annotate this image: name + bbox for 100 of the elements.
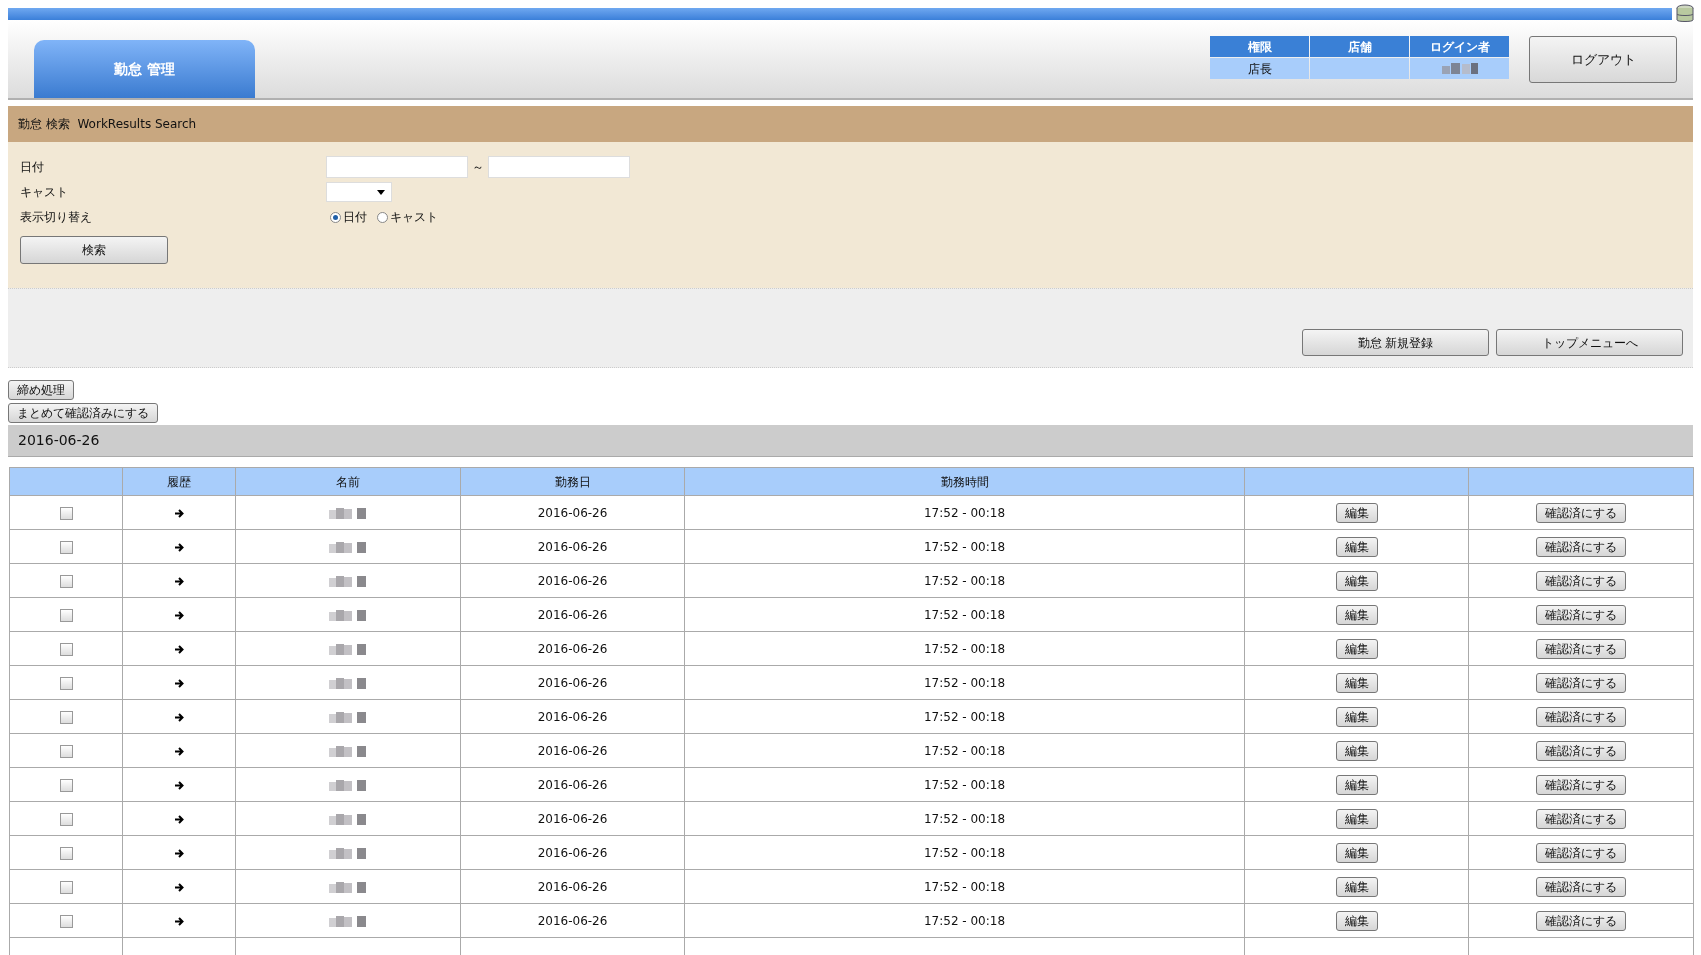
blurred-name bbox=[329, 507, 367, 519]
row-checkbox[interactable] bbox=[59, 914, 73, 928]
table-cell: 2016-06-26 bbox=[460, 665, 685, 700]
date-input[interactable] bbox=[488, 156, 630, 178]
batch-button[interactable]: まとめて確認済みにする bbox=[8, 403, 158, 423]
edit-button[interactable]: 編集 bbox=[1335, 536, 1378, 557]
table-cell: 2016-06-26 bbox=[460, 835, 685, 870]
confirm-button[interactable]: 確認済にする bbox=[1536, 706, 1626, 727]
caret-icon bbox=[377, 189, 385, 195]
arrow-icon[interactable] bbox=[173, 711, 185, 723]
blurred-name bbox=[329, 745, 367, 757]
table-cell: 17:52 - 00:18 bbox=[684, 801, 1245, 836]
row-checkbox[interactable] bbox=[59, 812, 73, 826]
arrow-icon[interactable] bbox=[173, 881, 185, 893]
table-cell: 17:52 - 00:18 bbox=[684, 699, 1245, 734]
row-checkbox[interactable] bbox=[59, 880, 73, 894]
edit-button[interactable]: 編集 bbox=[1335, 774, 1378, 795]
row-checkbox[interactable] bbox=[59, 744, 73, 758]
radio-button[interactable] bbox=[330, 211, 341, 223]
table-cell: 17:52 - 00:18 bbox=[684, 665, 1245, 700]
row-checkbox[interactable] bbox=[59, 846, 73, 860]
table-cell: 17:52 - 00:18 bbox=[684, 869, 1245, 904]
row-checkbox[interactable] bbox=[59, 506, 73, 520]
arrow-icon[interactable] bbox=[173, 847, 185, 859]
range-separator: ～ bbox=[472, 159, 484, 176]
action-button[interactable]: 勤怠 新規登録 bbox=[1302, 329, 1489, 356]
date-input[interactable] bbox=[326, 156, 468, 178]
edit-button[interactable]: 編集 bbox=[1335, 808, 1378, 829]
confirm-button[interactable]: 確認済にする bbox=[1536, 638, 1626, 659]
table-cell: 2016-06-26 bbox=[460, 869, 685, 904]
column-header: 権限 bbox=[1210, 36, 1309, 57]
arrow-icon[interactable] bbox=[173, 609, 185, 621]
edit-button[interactable]: 編集 bbox=[1335, 638, 1378, 659]
arrow-icon[interactable] bbox=[173, 915, 185, 927]
edit-button[interactable]: 編集 bbox=[1335, 672, 1378, 693]
confirm-button[interactable]: 確認済にする bbox=[1536, 876, 1626, 897]
edit-button[interactable]: 編集 bbox=[1335, 876, 1378, 897]
arrow-icon[interactable] bbox=[173, 745, 185, 757]
table-cell: 17:52 - 00:18 bbox=[684, 631, 1245, 666]
confirm-button[interactable]: 確認済にする bbox=[1536, 774, 1626, 795]
row-checkbox[interactable] bbox=[59, 540, 73, 554]
blurred-name bbox=[329, 881, 367, 893]
table-cell: 店長 bbox=[1210, 58, 1309, 79]
arrow-icon[interactable] bbox=[173, 643, 185, 655]
blurred-name bbox=[329, 541, 367, 553]
edit-button[interactable]: 編集 bbox=[1335, 910, 1378, 931]
date-heading: 2016-06-26 bbox=[18, 431, 100, 450]
blurred-name bbox=[1441, 63, 1478, 74]
radio-button[interactable] bbox=[377, 211, 388, 223]
table-cell: 2016-06-26 bbox=[460, 597, 685, 632]
confirm-button[interactable]: 確認済にする bbox=[1536, 672, 1626, 693]
row-checkbox[interactable] bbox=[59, 676, 73, 690]
confirm-button[interactable]: 確認済にする bbox=[1536, 502, 1626, 523]
search-button[interactable]: 検索 bbox=[20, 236, 168, 264]
table-cell: 2016-06-26 bbox=[460, 563, 685, 598]
arrow-icon[interactable] bbox=[173, 779, 185, 791]
table-cell: 2016-06-26 bbox=[460, 631, 685, 666]
confirm-button[interactable]: 確認済にする bbox=[1536, 808, 1626, 829]
radio-option[interactable]: キャスト bbox=[377, 208, 438, 226]
action-button[interactable]: トップメニューへ bbox=[1496, 329, 1683, 356]
row-checkbox[interactable] bbox=[59, 642, 73, 656]
column-header: 勤務日 bbox=[460, 467, 685, 496]
column-header: 店舗 bbox=[1310, 36, 1409, 57]
field-label: 表示切り替え bbox=[20, 209, 93, 226]
table-cell: 17:52 - 00:18 bbox=[684, 903, 1245, 938]
arrow-icon[interactable] bbox=[173, 507, 185, 519]
blurred-name bbox=[329, 779, 367, 791]
row-checkbox[interactable] bbox=[59, 778, 73, 792]
edit-button[interactable]: 編集 bbox=[1335, 842, 1378, 863]
column-header: 名前 bbox=[235, 467, 461, 496]
row-checkbox[interactable] bbox=[59, 710, 73, 724]
confirm-button[interactable]: 確認済にする bbox=[1536, 604, 1626, 625]
table-cell: 17:52 - 00:18 bbox=[684, 495, 1245, 530]
radio-option[interactable]: 日付 bbox=[330, 208, 367, 226]
blurred-name bbox=[329, 915, 367, 927]
blurred-name bbox=[329, 609, 367, 621]
table-cell: 2016-06-26 bbox=[460, 801, 685, 836]
confirm-button[interactable]: 確認済にする bbox=[1536, 910, 1626, 931]
edit-button[interactable]: 編集 bbox=[1335, 604, 1378, 625]
arrow-icon[interactable] bbox=[173, 541, 185, 553]
edit-button[interactable]: 編集 bbox=[1335, 706, 1378, 727]
edit-button[interactable]: 編集 bbox=[1335, 740, 1378, 761]
edit-button[interactable]: 編集 bbox=[1335, 570, 1378, 591]
blurred-name bbox=[329, 575, 367, 587]
blurred-name bbox=[329, 643, 367, 655]
confirm-button[interactable]: 確認済にする bbox=[1536, 536, 1626, 557]
confirm-button[interactable]: 確認済にする bbox=[1536, 740, 1626, 761]
arrow-icon[interactable] bbox=[173, 575, 185, 587]
confirm-button[interactable]: 確認済にする bbox=[1536, 842, 1626, 863]
edit-button[interactable]: 編集 bbox=[1335, 502, 1378, 523]
table-cell: 2016-06-26 bbox=[460, 529, 685, 564]
row-checkbox[interactable] bbox=[59, 608, 73, 622]
row-checkbox[interactable] bbox=[59, 574, 73, 588]
logout-button[interactable]: ログアウト bbox=[1529, 36, 1677, 83]
batch-button[interactable]: 締め処理 bbox=[8, 380, 74, 400]
confirm-button[interactable]: 確認済にする bbox=[1536, 570, 1626, 591]
blurred-name bbox=[329, 677, 367, 689]
arrow-icon[interactable] bbox=[173, 677, 185, 689]
table-cell: 2016-06-26 bbox=[460, 903, 685, 938]
arrow-icon[interactable] bbox=[173, 813, 185, 825]
